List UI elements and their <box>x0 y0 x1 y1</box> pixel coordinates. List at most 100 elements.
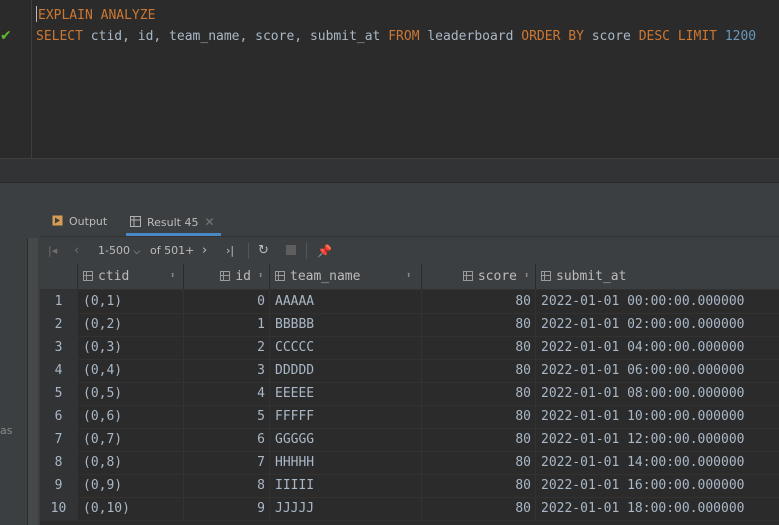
last-page-icon[interactable]: ›| <box>226 237 234 265</box>
table-row[interactable]: 7 (0,7) 6 GGGGG 80 2022-01-01 12:00:00.000000 <box>40 428 779 452</box>
column-header-id[interactable]: id ⬍ <box>184 264 270 289</box>
tab-result[interactable]: Result 45 ✕ <box>126 208 221 236</box>
row-number[interactable]: 10 <box>40 497 78 520</box>
next-page-icon[interactable]: › <box>202 237 207 265</box>
tab-output[interactable]: Output <box>52 208 107 236</box>
panel-splitter[interactable] <box>0 182 779 209</box>
close-icon[interactable]: ✕ <box>204 215 214 229</box>
column-header-score[interactable]: score ⬍ <box>422 264 536 289</box>
row-number[interactable]: 7 <box>40 428 78 451</box>
cell-ctid[interactable]: (0,6) <box>78 405 184 428</box>
page-range-selector[interactable]: 1-500 ⌵ <box>98 237 140 265</box>
column-header-team-name[interactable]: team_name ⬍ <box>270 264 422 289</box>
cell-submit-at[interactable]: 2022-01-01 06:00:00.000000 <box>536 359 779 382</box>
cell-score[interactable]: 80 <box>422 313 536 336</box>
cell-submit-at[interactable]: 2022-01-01 16:00:00.000000 <box>536 474 779 497</box>
cell-ctid[interactable]: (0,9) <box>78 474 184 497</box>
cell-id[interactable]: 4 <box>184 382 270 405</box>
row-number[interactable]: 3 <box>40 336 78 359</box>
cell-id[interactable]: 3 <box>184 359 270 382</box>
table-row[interactable]: 3 (0,3) 2 CCCCC 80 2022-01-01 04:00:00.000000 <box>40 336 779 360</box>
cell-score[interactable]: 80 <box>422 336 536 359</box>
cell-submit-at[interactable]: 2022-01-01 00:00:00.000000 <box>536 290 779 313</box>
cell-ctid[interactable]: (0,1) <box>78 290 184 313</box>
pin-icon[interactable]: 📌 <box>317 237 332 265</box>
cell-score[interactable]: 80 <box>422 382 536 405</box>
cell-id[interactable]: 8 <box>184 474 270 497</box>
cell-team-name[interactable]: GGGGG <box>270 428 422 451</box>
cell-team-name[interactable]: CCCCC <box>270 336 422 359</box>
row-number[interactable]: 8 <box>40 451 78 474</box>
row-number[interactable]: 2 <box>40 313 78 336</box>
column-label: submit_at <box>556 269 627 284</box>
row-number[interactable]: 5 <box>40 382 78 405</box>
cell-team-name[interactable]: HHHHH <box>270 451 422 474</box>
refresh-icon[interactable]: ↻ <box>258 237 269 265</box>
cell-score[interactable]: 80 <box>422 497 536 520</box>
first-page-icon[interactable]: |◂ <box>48 237 57 265</box>
cell-submit-at[interactable]: 2022-01-01 18:00:00.000000 <box>536 497 779 520</box>
sql-editor[interactable]: ✔ EXPLAIN ANALYZE SELECT ctid, id, team_… <box>0 0 779 158</box>
cell-submit-at[interactable]: 2022-01-01 14:00:00.000000 <box>536 451 779 474</box>
cell-id[interactable]: 6 <box>184 428 270 451</box>
table-row[interactable]: 10 (0,10) 9 JJJJJ 80 2022-01-01 18:00:00.0000… <box>40 497 779 521</box>
code-line-1[interactable]: EXPLAIN ANALYZE <box>36 6 155 25</box>
cell-team-name[interactable]: JJJJJ <box>270 497 422 520</box>
prev-page-icon[interactable]: ‹ <box>74 237 79 265</box>
text-caret <box>36 6 37 22</box>
cell-ctid[interactable]: (0,2) <box>78 313 184 336</box>
left-tool-strip <box>0 208 40 525</box>
table-row[interactable]: 2 (0,2) 1 BBBBB 80 2022-01-01 02:00:00.000000 <box>40 313 779 337</box>
sort-icon[interactable]: ⬍ <box>170 264 175 289</box>
table-row[interactable]: 4 (0,4) 3 DDDDD 80 2022-01-01 06:00:00.000000 <box>40 359 779 383</box>
cell-score[interactable]: 80 <box>422 451 536 474</box>
cell-team-name[interactable]: FFFFF <box>270 405 422 428</box>
cell-ctid[interactable]: (0,4) <box>78 359 184 382</box>
cell-ctid[interactable]: (0,10) <box>78 497 184 520</box>
editor-gutter: ✔ <box>0 0 32 158</box>
cell-id[interactable]: 1 <box>184 313 270 336</box>
chevron-down-icon: ⌵ <box>133 247 141 257</box>
sort-icon[interactable]: ⬍ <box>258 264 263 289</box>
table-row[interactable]: 8 (0,8) 7 HHHHH 80 2022-01-01 14:00:00.000000 <box>40 451 779 475</box>
cell-submit-at[interactable]: 2022-01-01 10:00:00.000000 <box>536 405 779 428</box>
cell-submit-at[interactable]: 2022-01-01 04:00:00.000000 <box>536 336 779 359</box>
table-row[interactable]: 5 (0,5) 4 EEEEE 80 2022-01-01 08:00:00.000000 <box>40 382 779 406</box>
code-line-2[interactable]: SELECT ctid, id, team_name, score, submi… <box>36 28 756 46</box>
row-number[interactable]: 4 <box>40 359 78 382</box>
cell-submit-at[interactable]: 2022-01-01 02:00:00.000000 <box>536 313 779 336</box>
cell-score[interactable]: 80 <box>422 428 536 451</box>
sort-icon[interactable]: ⬍ <box>524 264 529 289</box>
cell-submit-at[interactable]: 2022-01-01 08:00:00.000000 <box>536 382 779 405</box>
cell-id[interactable]: 9 <box>184 497 270 520</box>
stop-icon[interactable] <box>286 237 296 265</box>
row-number[interactable]: 9 <box>40 474 78 497</box>
sort-icon[interactable]: ⬍ <box>406 264 411 289</box>
column-header-ctid[interactable]: ctid ⬍ <box>78 264 184 289</box>
left-scrollbar[interactable] <box>27 238 38 525</box>
cell-score[interactable]: 80 <box>422 405 536 428</box>
cell-ctid[interactable]: (0,7) <box>78 428 184 451</box>
cell-ctid[interactable]: (0,8) <box>78 451 184 474</box>
cell-team-name[interactable]: DDDDD <box>270 359 422 382</box>
column-header-submit-at[interactable]: submit_at <box>536 264 779 289</box>
cell-team-name[interactable]: AAAAA <box>270 290 422 313</box>
table-row[interactable]: 6 (0,6) 5 FFFFF 80 2022-01-01 10:00:00.000000 <box>40 405 779 429</box>
row-number[interactable]: 6 <box>40 405 78 428</box>
cell-submit-at[interactable]: 2022-01-01 12:00:00.000000 <box>536 428 779 451</box>
cell-id[interactable]: 5 <box>184 405 270 428</box>
table-row[interactable]: 9 (0,9) 8 IIIII 80 2022-01-01 16:00:00.000000 <box>40 474 779 498</box>
cell-team-name[interactable]: IIIII <box>270 474 422 497</box>
row-number[interactable]: 1 <box>40 290 78 313</box>
cell-score[interactable]: 80 <box>422 290 536 313</box>
cell-id[interactable]: 0 <box>184 290 270 313</box>
cell-team-name[interactable]: EEEEE <box>270 382 422 405</box>
cell-team-name[interactable]: BBBBB <box>270 313 422 336</box>
table-row[interactable]: 1 (0,1) 0 AAAAA 80 2022-01-01 00:00:00.000000 <box>40 290 779 314</box>
cell-ctid[interactable]: (0,5) <box>78 382 184 405</box>
cell-id[interactable]: 2 <box>184 336 270 359</box>
cell-id[interactable]: 7 <box>184 451 270 474</box>
cell-ctid[interactable]: (0,3) <box>78 336 184 359</box>
cell-score[interactable]: 80 <box>422 474 536 497</box>
cell-score[interactable]: 80 <box>422 359 536 382</box>
